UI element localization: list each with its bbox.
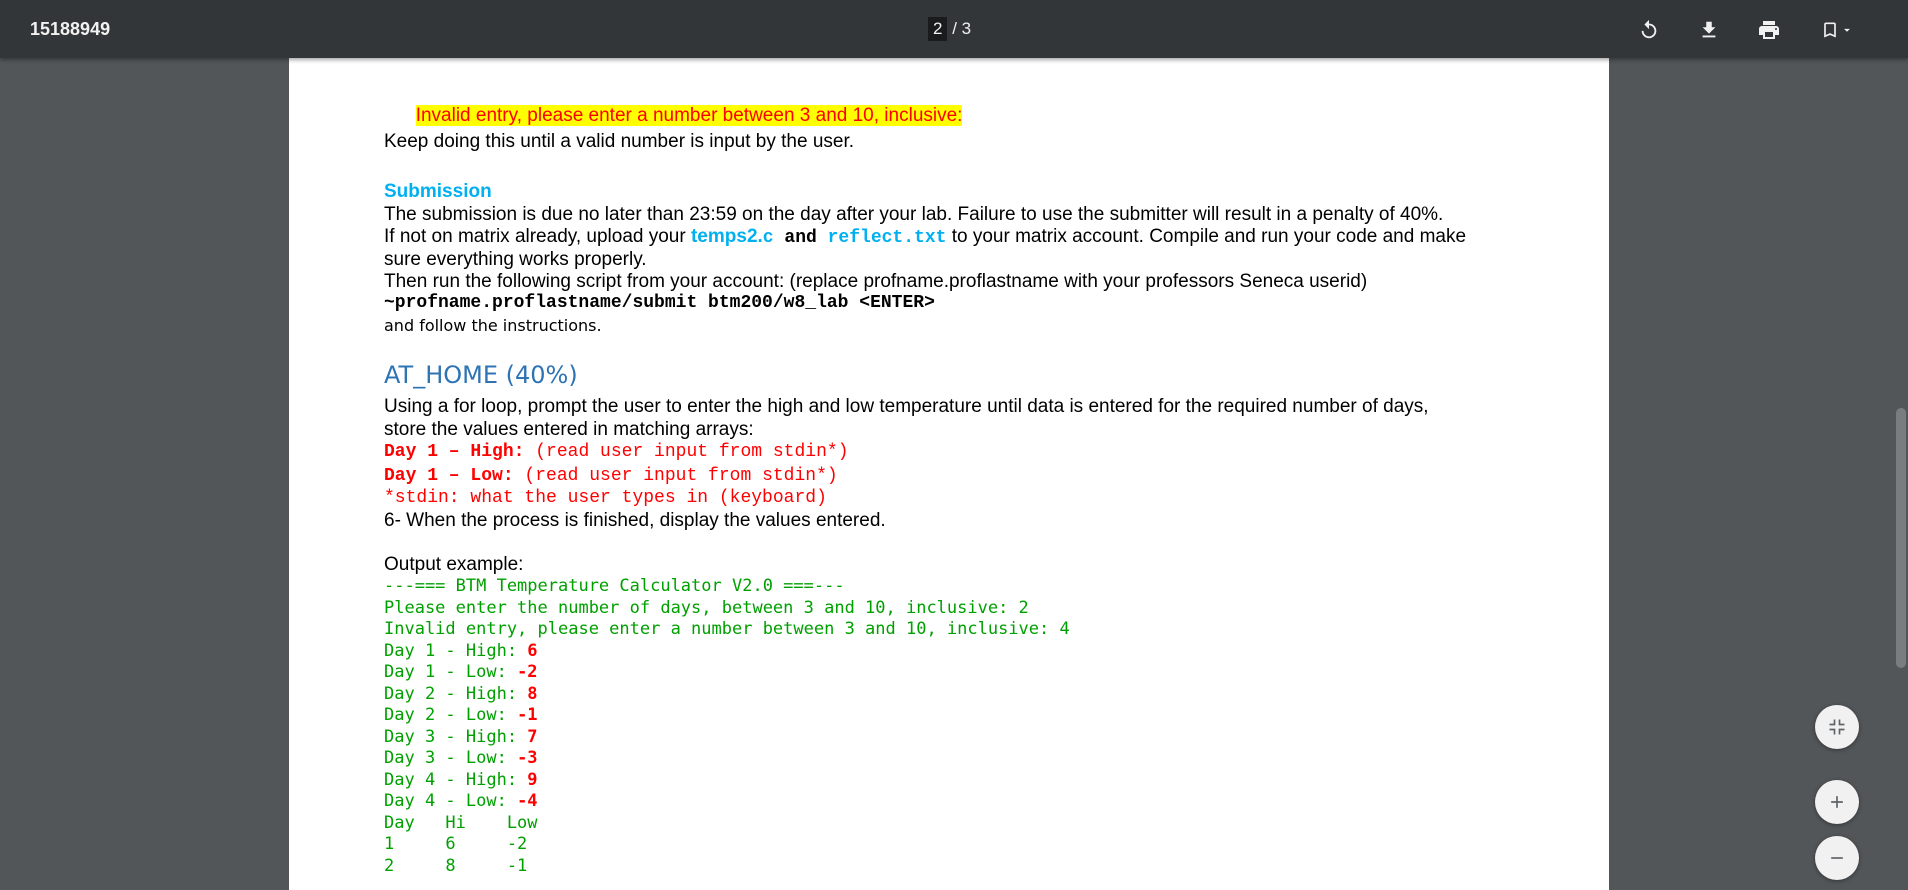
output-row: Day 1 - Low: -2 — [384, 662, 538, 682]
submission-heading: Submission — [384, 181, 492, 202]
follow-instructions: and follow the instructions. — [384, 316, 602, 335]
output-row-label: Day 1 - Low: — [384, 662, 518, 682]
reflect-filename: reflect.txt — [827, 228, 947, 248]
submit-command: ~profname.proflastname/submit btm200/w8_… — [384, 293, 935, 313]
rotate-icon — [1641, 19, 1657, 39]
output-row-value: -4 — [517, 791, 538, 811]
output-prompt: Please enter the number of days, between… — [384, 598, 1029, 618]
output-table-row: 2 8 -1 — [384, 856, 528, 876]
output-row: Day 3 - High: 7 — [384, 727, 538, 747]
chevron-down-icon — [1844, 28, 1850, 32]
output-row-value: -2 — [517, 662, 538, 682]
step-6-line: 6- When the process is finished, display… — [384, 510, 886, 531]
submission-line-4: Then run the following script from your … — [384, 271, 1368, 292]
day1-low-note: (read user input from stdin*) — [513, 466, 838, 486]
output-row: Day 4 - High: 9 — [384, 770, 538, 790]
bookmark-icon — [1824, 22, 1836, 38]
current-page-input[interactable]: 2 — [928, 17, 948, 41]
submission-line-1: The submission is due no later than 23:5… — [384, 204, 1444, 225]
zoom-in-button[interactable] — [1815, 780, 1859, 824]
temps2-filename: temps2. — [690, 226, 763, 247]
day1-low-spec: Day 1 – Low: (read user input from stdin… — [384, 466, 838, 486]
zoom-in-icon — [1831, 796, 1843, 808]
output-row: Day 4 - Low: -4 — [384, 791, 538, 811]
output-row-label: Day 4 - High: — [384, 770, 528, 790]
zoom-out-icon — [1831, 857, 1843, 859]
output-row: Day 3 - Low: -3 — [384, 748, 538, 768]
day1-high-label: Day 1 – High: — [384, 442, 525, 462]
submission-line-2-end: to your matrix account. Compile and run … — [946, 226, 1467, 247]
output-table-row: 1 6 -2 — [384, 834, 528, 854]
page-indicator: 2 / 3 — [928, 17, 971, 41]
output-row-label: Day 2 - Low: — [384, 705, 518, 725]
output-example-label: Output example: — [384, 554, 524, 575]
document-title: 15188949 — [30, 19, 111, 39]
zoom-out-button[interactable] — [1815, 836, 1859, 880]
at-home-line-2: store the values entered in matching arr… — [384, 419, 754, 440]
print-button[interactable] — [1754, 15, 1784, 45]
submission-line-3: sure everything works properly. — [384, 249, 647, 270]
output-row-label: Day 1 - High: — [384, 641, 528, 661]
download-icon — [1702, 21, 1716, 38]
output-row-value: 7 — [527, 727, 538, 747]
temps2-ext: c — [762, 228, 774, 248]
bookmark-button[interactable] — [1814, 15, 1860, 45]
output-row-value: 6 — [527, 641, 538, 661]
output-row-value: -1 — [517, 705, 538, 725]
output-row-label: Day 2 - High: — [384, 684, 528, 704]
keep-doing-line: Keep doing this until a valid number is … — [384, 131, 855, 152]
stdin-note: *stdin: what the user types in (keyboard… — [384, 488, 827, 508]
download-button[interactable] — [1694, 15, 1724, 45]
day1-low-label: Day 1 – Low: — [384, 466, 514, 486]
fit-page-button[interactable] — [1815, 705, 1859, 749]
page-total: / 3 — [952, 19, 972, 38]
and-word: and — [773, 228, 828, 248]
pdf-toolbar: 15188949 2 / 3 — [0, 0, 1908, 58]
vertical-scrollbar[interactable] — [1894, 58, 1908, 890]
output-row-label: Day 3 - High: — [384, 727, 528, 747]
output-table-header: Day Hi Low — [384, 813, 538, 833]
submission-line-2: If not on matrix already, upload your te… — [384, 226, 1466, 248]
at-home-heading: AT_HOME (40%) — [384, 361, 578, 389]
output-row: Day 2 - High: 8 — [384, 684, 538, 704]
fit-page-icon — [1829, 719, 1845, 735]
output-row-label: Day 4 - Low: — [384, 791, 518, 811]
rotate-button[interactable] — [1634, 15, 1664, 45]
day1-high-spec: Day 1 – High: (read user input from stdi… — [384, 442, 849, 462]
output-row: Day 2 - Low: -1 — [384, 705, 538, 725]
output-invalid: Invalid entry, please enter a number bet… — [384, 619, 1070, 639]
output-row-value: 8 — [527, 684, 538, 704]
output-row-label: Day 3 - Low: — [384, 748, 518, 768]
invalid-entry-line: Invalid entry, please enter a number bet… — [415, 105, 963, 126]
at-home-line-1: Using a for loop, prompt the user to ent… — [384, 396, 1429, 417]
day1-high-note: (read user input from stdin*) — [524, 442, 849, 462]
output-row-value: 9 — [527, 770, 538, 790]
output-row-value: -3 — [517, 748, 538, 768]
output-row: Day 1 - High: 6 — [384, 641, 538, 661]
submission-line-2-start: If not on matrix already, upload your — [384, 226, 691, 247]
output-title: ---=== BTM Temperature Calculator V2.0 =… — [384, 576, 845, 596]
scrollbar-thumb[interactable] — [1896, 408, 1906, 668]
print-icon — [1759, 21, 1779, 39]
pdf-page: Invalid entry, please enter a number bet… — [289, 58, 1609, 890]
